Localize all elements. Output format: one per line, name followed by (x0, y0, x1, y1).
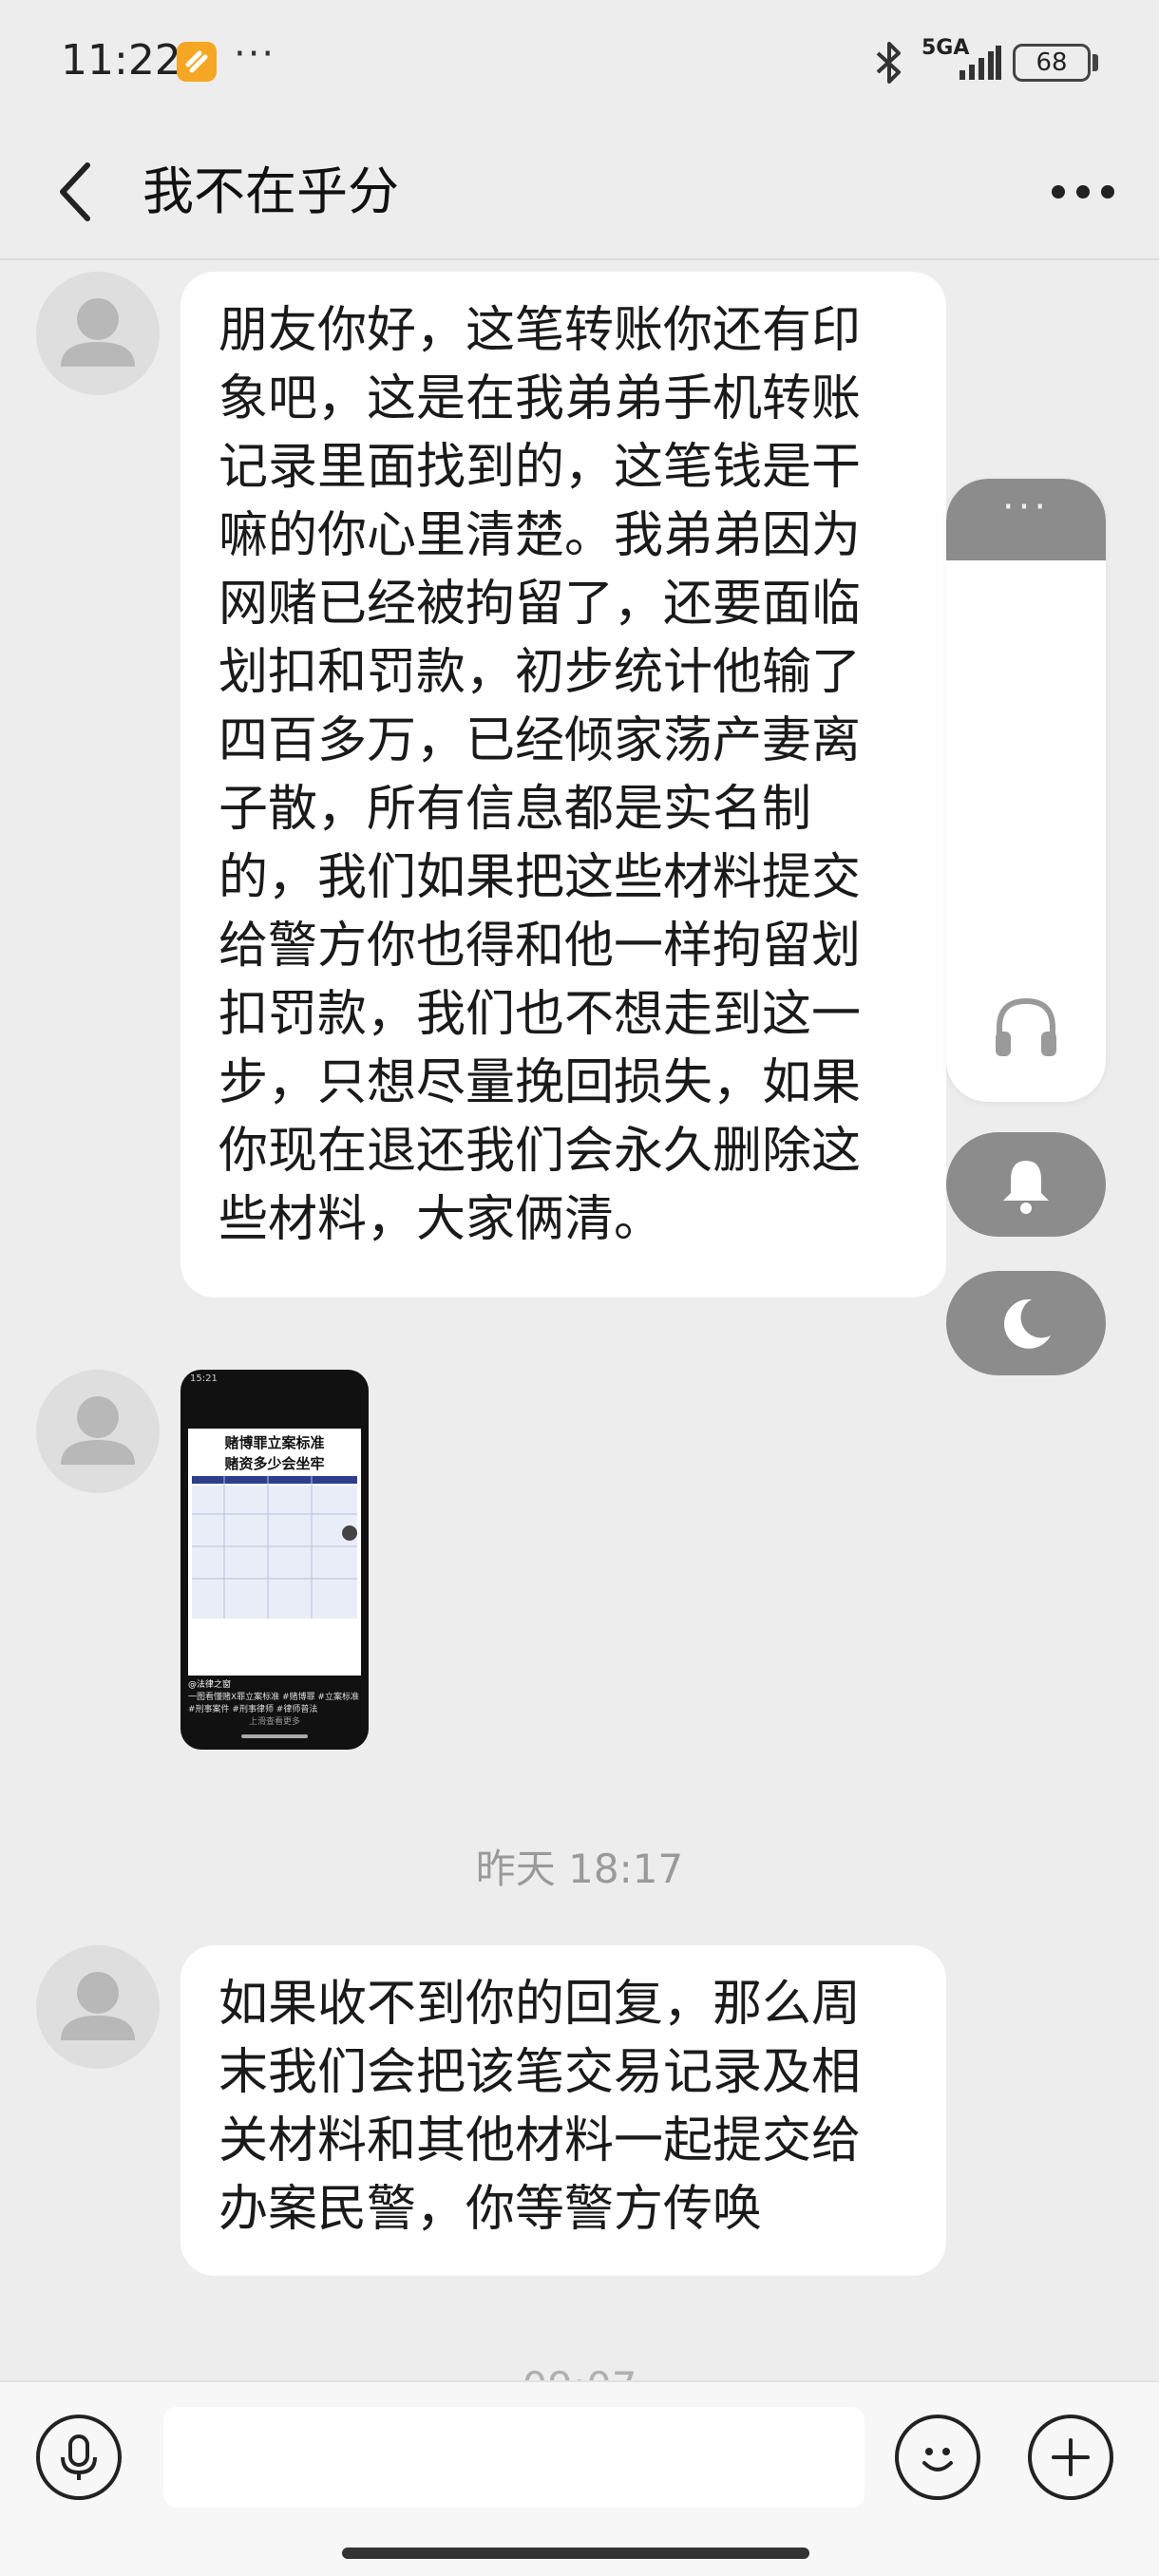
message-bubble[interactable]: 如果收不到你的回复，那么周末我们会把该笔交易记录及相关材料和其他材料一起提交给办… (180, 1945, 946, 2276)
status-time: 11:22 (61, 36, 181, 85)
message-bubble[interactable]: 朋友你好，这笔转账你还有印象吧，这是在我弟弟手机转账记录里面找到的，这笔钱是干嘛… (180, 272, 946, 1297)
image-caption: @法律之窗 一图看懂赌X罪立案标准 #赌博罪 #立案标准 #刑事案件 #刑事律师… (188, 1679, 361, 1729)
moon-icon (1004, 1298, 1051, 1349)
moon-button[interactable] (946, 1271, 1106, 1375)
image-caption-author: @法律之窗 (188, 1680, 232, 1690)
image-title-line1: 赌博罪立案标准 (224, 1434, 325, 1451)
bell-icon (1003, 1161, 1049, 1214)
more-dots-icon[interactable] (1045, 161, 1121, 222)
image-caption-text: 一图看懂赌X罪立案标准 #赌博罪 #立案标准 #刑事案件 #刑事律师 #律师普法 (188, 1693, 359, 1714)
image-caption-hint: 上滑查看更多 (248, 1717, 300, 1727)
plus-icon (1052, 2438, 1090, 2476)
headset-icon[interactable] (990, 992, 1062, 1064)
floating-call-panel[interactable]: ··· (946, 479, 1106, 1102)
image-content: 赌博罪立案标准 赌资多少会坐牢 (188, 1429, 361, 1676)
emoji-icon (922, 2448, 953, 2472)
microphone-icon (61, 2434, 97, 2480)
image-home-bar (241, 1734, 308, 1738)
battery-tip (1092, 54, 1098, 71)
chat-title: 我不在乎分 (142, 161, 399, 221)
battery-indicator: 68 (1013, 44, 1091, 82)
app-notification-icon (177, 42, 217, 82)
image-time: 15:21 (190, 1373, 218, 1384)
timestamp: 昨天 18:17 (475, 1846, 684, 1892)
floating-panel-handle[interactable]: ··· (946, 479, 1106, 560)
status-more-indicator: ··· (234, 32, 276, 76)
message-input[interactable] (163, 2407, 864, 2508)
avatar-icon (61, 1396, 135, 1465)
plus-button[interactable] (1028, 2415, 1113, 2500)
input-bar (0, 2380, 1159, 2576)
emoji-button[interactable] (895, 2415, 980, 2500)
avatar[interactable] (36, 1370, 160, 1493)
image-title-line2: 赌资多少会坐牢 (224, 1455, 325, 1472)
voice-button[interactable] (36, 2415, 122, 2500)
signal-icon (960, 46, 1001, 80)
avatar-icon (61, 1972, 135, 2040)
bell-button[interactable] (946, 1132, 1106, 1237)
status-bar: 11:22 ··· 5GA 68 (0, 0, 1159, 123)
avatar[interactable] (36, 1945, 160, 2069)
home-indicator[interactable] (342, 2548, 809, 2559)
chat-header: 我不在乎分 (0, 123, 1159, 260)
avatar-icon (61, 298, 135, 367)
bluetooth-icon (876, 42, 901, 84)
back-arrow-icon[interactable] (48, 152, 104, 232)
avatar[interactable] (36, 272, 160, 395)
image-table-graphic (192, 1476, 357, 1619)
image-message[interactable]: 15:21 赌博罪立案标准 赌资多少会坐牢 @法律之窗 一图看懂赌X罪立案标准 … (180, 1370, 369, 1750)
